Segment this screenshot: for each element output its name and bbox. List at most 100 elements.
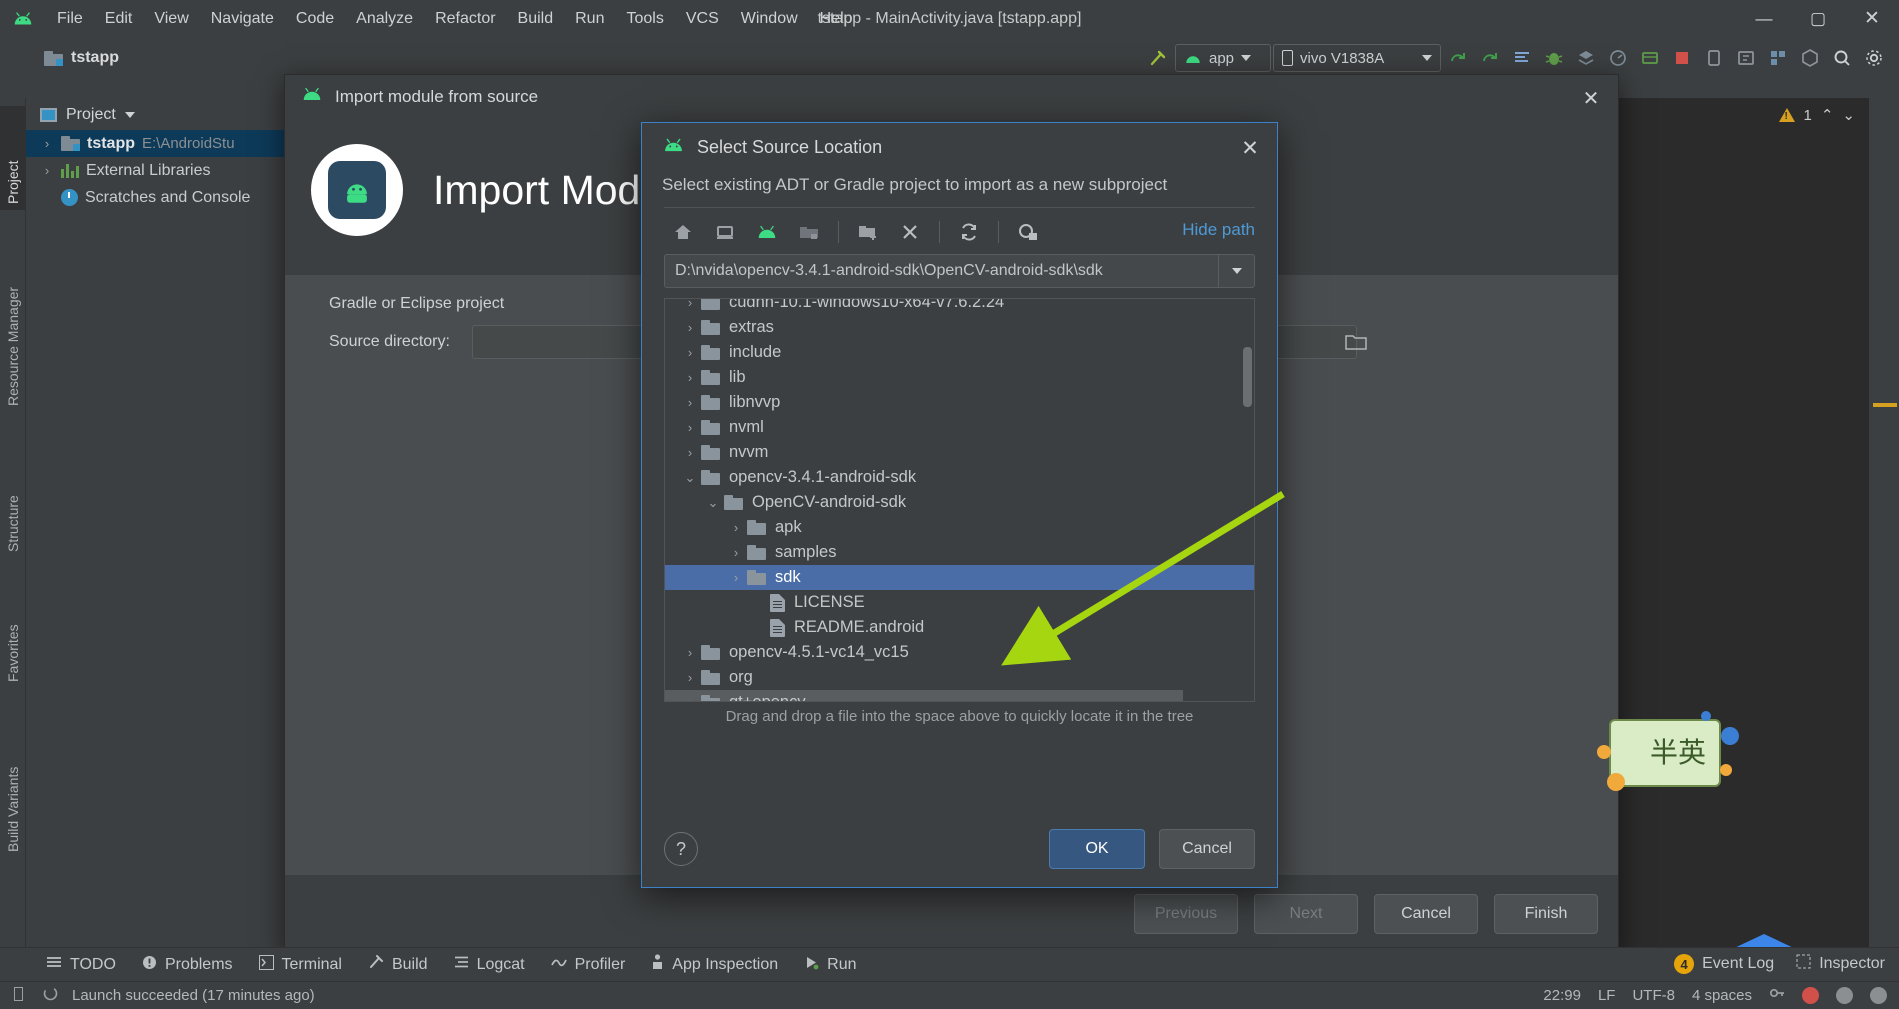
file-tree-row[interactable]: › extras bbox=[665, 315, 1254, 340]
file-tree-row[interactable]: › org bbox=[665, 665, 1254, 690]
show-hidden-icon[interactable] bbox=[1009, 216, 1047, 248]
menu-run[interactable]: Run bbox=[564, 7, 615, 31]
previous-button[interactable]: Previous bbox=[1134, 894, 1238, 934]
file-tree-row[interactable]: › qt+opencv bbox=[665, 690, 1184, 701]
file-tree-scrollbar[interactable] bbox=[1243, 347, 1252, 407]
bottom-item-terminal[interactable]: Terminal bbox=[258, 954, 342, 975]
bottom-item-logcat[interactable]: Logcat bbox=[454, 955, 525, 974]
maximize-button[interactable]: ▢ bbox=[1791, 0, 1845, 37]
line-separator[interactable]: LF bbox=[1598, 987, 1616, 1004]
layout-inspector-icon[interactable] bbox=[1795, 43, 1825, 73]
menu-edit[interactable]: Edit bbox=[94, 7, 144, 31]
wizard-cancel-button[interactable]: Cancel bbox=[1374, 894, 1478, 934]
menu-view[interactable]: View bbox=[143, 7, 199, 31]
expand-arrow-icon[interactable]: › bbox=[679, 645, 701, 660]
avd-manager-icon[interactable] bbox=[1699, 43, 1729, 73]
menu-help[interactable]: Help bbox=[809, 7, 864, 31]
caret-position[interactable]: 22:99 bbox=[1543, 987, 1581, 1004]
layout-inspector-button[interactable]: Inspector bbox=[1796, 954, 1885, 974]
editor-gutter[interactable] bbox=[1869, 98, 1899, 958]
expand-arrow-icon[interactable]: › bbox=[679, 370, 701, 385]
file-tree-row[interactable]: LICENSE bbox=[665, 590, 1254, 615]
menu-refactor[interactable]: Refactor bbox=[424, 7, 506, 31]
hide-path-link[interactable]: Hide path bbox=[1182, 220, 1255, 240]
android-project-icon[interactable] bbox=[748, 216, 786, 248]
sidebar-item-project[interactable]: Project bbox=[0, 106, 26, 210]
file-tree-row[interactable]: › sdk bbox=[665, 565, 1254, 590]
file-tree-row[interactable]: ⌄ opencv-3.4.1-android-sdk bbox=[665, 465, 1254, 490]
file-tree[interactable]: › cudnn-10.1-windows10-x64-v7.6.2.24 › extr… bbox=[664, 298, 1255, 702]
chevron-down-icon[interactable] bbox=[124, 112, 135, 118]
file-encoding[interactable]: UTF-8 bbox=[1632, 987, 1675, 1004]
file-tree-row[interactable]: ⌄ OpenCV-android-sdk bbox=[665, 490, 1254, 515]
lock-icon[interactable] bbox=[1769, 985, 1785, 1005]
sidebar-item-build-variants[interactable]: Build Variants bbox=[0, 708, 26, 858]
next-problem-icon[interactable]: ⌄ bbox=[1842, 106, 1855, 124]
sidebar-item-structure[interactable]: Structure bbox=[0, 448, 26, 558]
bottom-item-app-inspection[interactable]: App Inspection bbox=[651, 954, 778, 975]
expand-arrow-icon[interactable]: › bbox=[725, 520, 747, 535]
expand-arrow-icon[interactable]: › bbox=[679, 299, 701, 310]
prev-problem-icon[interactable]: ⌃ bbox=[1821, 106, 1834, 124]
file-tree-row[interactable]: › libnvvp bbox=[665, 390, 1254, 415]
bottom-item-build[interactable]: Build bbox=[368, 954, 428, 975]
project-breadcrumb[interactable]: tstapp bbox=[44, 49, 119, 67]
menu-vcs[interactable]: VCS bbox=[675, 7, 730, 31]
finish-button[interactable]: Finish bbox=[1494, 894, 1598, 934]
gutter-warning-mark[interactable] bbox=[1873, 403, 1897, 407]
error-icon[interactable] bbox=[1802, 986, 1819, 1004]
menu-code[interactable]: Code bbox=[285, 7, 345, 31]
wizard-close-button[interactable]: ✕ bbox=[1578, 85, 1604, 111]
folder-browse-icon[interactable] bbox=[1345, 333, 1367, 355]
next-button[interactable]: Next bbox=[1254, 894, 1358, 934]
menu-navigate[interactable]: Navigate bbox=[200, 7, 285, 31]
collapse-arrow-icon[interactable]: ⌄ bbox=[679, 470, 701, 486]
search-icon[interactable] bbox=[1827, 43, 1857, 73]
new-folder-icon[interactable] bbox=[849, 216, 887, 248]
expand-arrow-icon[interactable]: › bbox=[679, 345, 701, 360]
collapse-arrow-icon[interactable]: ⌄ bbox=[702, 495, 724, 511]
settings-icon[interactable] bbox=[1859, 43, 1889, 73]
close-button[interactable]: ✕ bbox=[1845, 0, 1899, 37]
file-tree-row[interactable]: › nvml bbox=[665, 415, 1254, 440]
dialog-close-button[interactable]: ✕ bbox=[1237, 135, 1263, 161]
layers-icon[interactable] bbox=[1571, 43, 1601, 73]
redo2-icon[interactable] bbox=[1475, 43, 1505, 73]
file-tree-row[interactable]: › cudnn-10.1-windows10-x64-v7.6.2.24 bbox=[665, 299, 1254, 315]
path-history-dropdown[interactable] bbox=[1219, 254, 1255, 288]
indent-setting[interactable]: 4 spaces bbox=[1692, 987, 1752, 1004]
expand-arrow-icon[interactable]: › bbox=[40, 136, 54, 151]
menu-window[interactable]: Window bbox=[730, 7, 809, 31]
file-tree-row[interactable]: › lib bbox=[665, 365, 1254, 390]
bottom-item-problems[interactable]: Problems bbox=[142, 955, 233, 975]
bottom-item-todo[interactable]: TODO bbox=[46, 955, 116, 974]
debug-icon[interactable] bbox=[1539, 43, 1569, 73]
sidebar-item-resource-manager[interactable]: Resource Manager bbox=[0, 226, 26, 412]
expand-arrow-icon[interactable]: › bbox=[40, 163, 54, 178]
code-format-icon[interactable] bbox=[1507, 43, 1537, 73]
menu-file[interactable]: File bbox=[46, 7, 94, 31]
file-tree-row[interactable]: › include bbox=[665, 340, 1254, 365]
menu-build[interactable]: Build bbox=[507, 7, 565, 31]
expand-arrow-icon[interactable]: › bbox=[679, 320, 701, 335]
notifications-icon[interactable] bbox=[1870, 986, 1887, 1004]
redo-icon[interactable] bbox=[1443, 43, 1473, 73]
path-input[interactable]: D:\nvida\opencv-3.4.1-android-sdk\OpenCV… bbox=[664, 254, 1219, 288]
build-hammer-icon[interactable] bbox=[1143, 43, 1173, 73]
event-log-button[interactable]: 4 Event Log bbox=[1674, 954, 1774, 974]
sidebar-item-favorites[interactable]: Favorites bbox=[0, 578, 26, 688]
ok-button[interactable]: OK bbox=[1049, 829, 1145, 869]
file-tree-row[interactable]: README.android bbox=[665, 615, 1254, 640]
inspection-summary[interactable]: 1 ⌃ ⌄ bbox=[1778, 106, 1855, 124]
file-tree-row[interactable]: › samples bbox=[665, 540, 1254, 565]
module-folder-icon[interactable] bbox=[790, 216, 828, 248]
device-selector[interactable]: vivo V1838A bbox=[1273, 44, 1441, 72]
menu-analyze[interactable]: Analyze bbox=[345, 7, 424, 31]
bottom-item-run[interactable]: Run bbox=[804, 955, 857, 975]
dialog-cancel-button[interactable]: Cancel bbox=[1159, 829, 1255, 869]
desktop-icon[interactable] bbox=[706, 216, 744, 248]
bottom-item-profiler[interactable]: Profiler bbox=[550, 955, 625, 974]
expand-arrow-icon[interactable]: › bbox=[679, 670, 701, 685]
expand-arrow-icon[interactable]: › bbox=[679, 445, 701, 460]
run-configuration-selector[interactable]: app bbox=[1175, 44, 1271, 72]
